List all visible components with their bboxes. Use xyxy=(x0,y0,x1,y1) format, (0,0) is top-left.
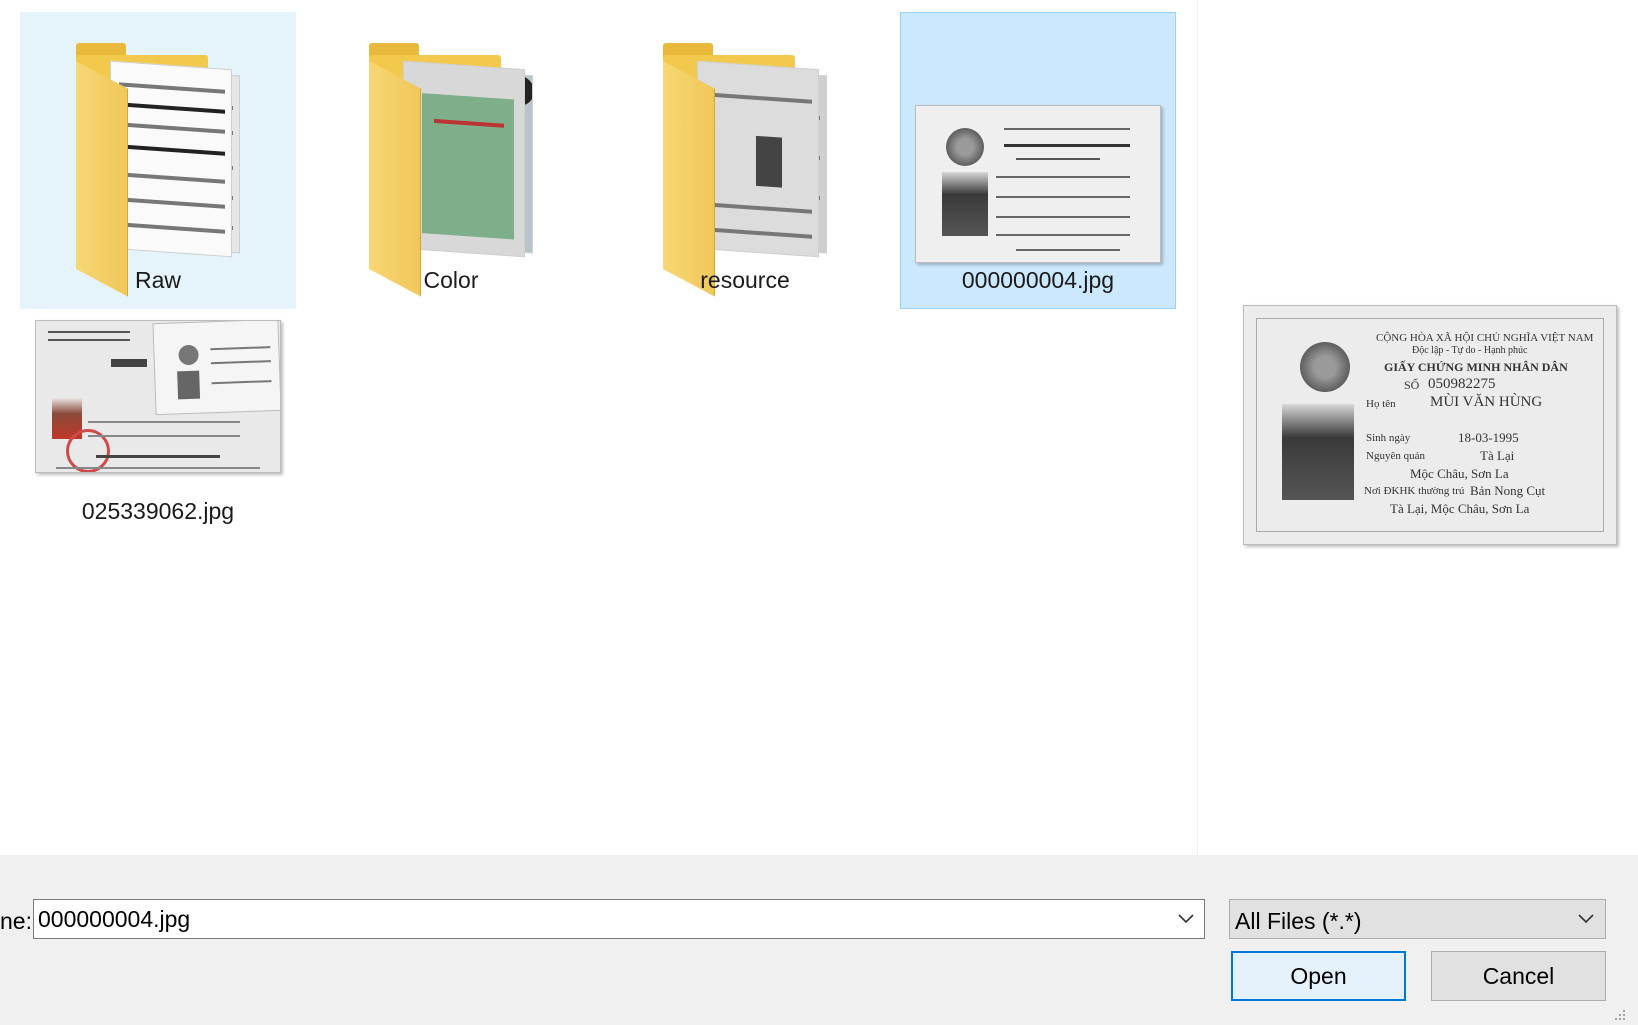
preview-number: 050982275 xyxy=(1428,376,1496,392)
file-name-label: Raw xyxy=(134,267,181,293)
cancel-button[interactable]: Cancel xyxy=(1431,951,1606,1001)
filename-label: ne: xyxy=(0,908,32,934)
preview-origin-2: Mộc Châu, Sơn La xyxy=(1410,466,1509,481)
chevron-down-icon xyxy=(1178,914,1194,924)
file-type-dropdown-button[interactable] xyxy=(1571,900,1601,938)
preview-residence-label: Nơi ĐKHK thường trú xyxy=(1364,485,1465,497)
preview-name: MÙI VĂN HÙNG xyxy=(1430,394,1543,410)
preview-header: CỘNG HÒA XÃ HỘI CHỦ NGHĨA VIỆT NAM xyxy=(1376,332,1594,344)
preview-origin-1: Tà Lại xyxy=(1480,448,1515,463)
portrait-photo xyxy=(1282,404,1354,500)
file-list-area: Raw Color resource 000000004.jpg 0253390… xyxy=(0,0,1197,855)
file-name-label: resource xyxy=(700,267,790,293)
preview-number-label: SỐ xyxy=(1404,378,1420,392)
preview-residence-2: Tà Lại, Mộc Châu, Sơn La xyxy=(1390,501,1530,516)
file-type-value: All Files (*.*) xyxy=(1235,908,1362,934)
file-type-select[interactable]: All Files (*.*) xyxy=(1229,899,1606,939)
file-item-000000004[interactable]: 000000004.jpg xyxy=(900,12,1176,309)
emblem-icon xyxy=(1300,342,1350,392)
file-name-label: 025339062.jpg xyxy=(81,498,235,524)
preview-motto: Độc lập - Tự do - Hạnh phúc xyxy=(1412,345,1528,356)
chevron-down-icon xyxy=(1578,914,1594,924)
preview-dob: 18-03-1995 xyxy=(1458,430,1519,445)
image-thumbnail xyxy=(915,105,1161,263)
resize-grip-icon[interactable] xyxy=(1612,1007,1626,1021)
folder-item-resource[interactable]: resource xyxy=(607,12,883,309)
folder-icon xyxy=(663,43,833,297)
preview-residence-1: Bản Nong Cụt xyxy=(1470,483,1546,498)
file-item-025339062[interactable]: 025339062.jpg xyxy=(20,307,296,547)
image-thumbnail xyxy=(35,320,281,473)
folder-item-color[interactable]: Color xyxy=(313,12,589,309)
file-name-label: Color xyxy=(423,267,479,293)
filename-combobox[interactable] xyxy=(33,899,1205,939)
preview-image: CỘNG HÒA XÃ HỘI CHỦ NGHĨA VIỆT NAM Độc l… xyxy=(1243,305,1617,545)
filename-input[interactable] xyxy=(36,902,1156,936)
file-name-label: 000000004.jpg xyxy=(961,267,1115,293)
preview-dob-label: Sinh ngày xyxy=(1366,432,1411,444)
preview-origin-label: Nguyên quán xyxy=(1366,450,1425,462)
open-button[interactable]: Open xyxy=(1231,951,1406,1001)
filename-dropdown-button[interactable] xyxy=(1168,900,1204,938)
preview-pane: CỘNG HÒA XÃ HỘI CHỦ NGHĨA VIỆT NAM Độc l… xyxy=(1197,0,1638,855)
preview-title: GIẤY CHỨNG MINH NHÂN DÂN xyxy=(1384,360,1568,374)
folder-icon xyxy=(76,43,246,297)
preview-name-label: Họ tên xyxy=(1366,398,1396,410)
folder-icon xyxy=(369,43,539,297)
folder-item-raw[interactable]: Raw xyxy=(20,12,296,309)
